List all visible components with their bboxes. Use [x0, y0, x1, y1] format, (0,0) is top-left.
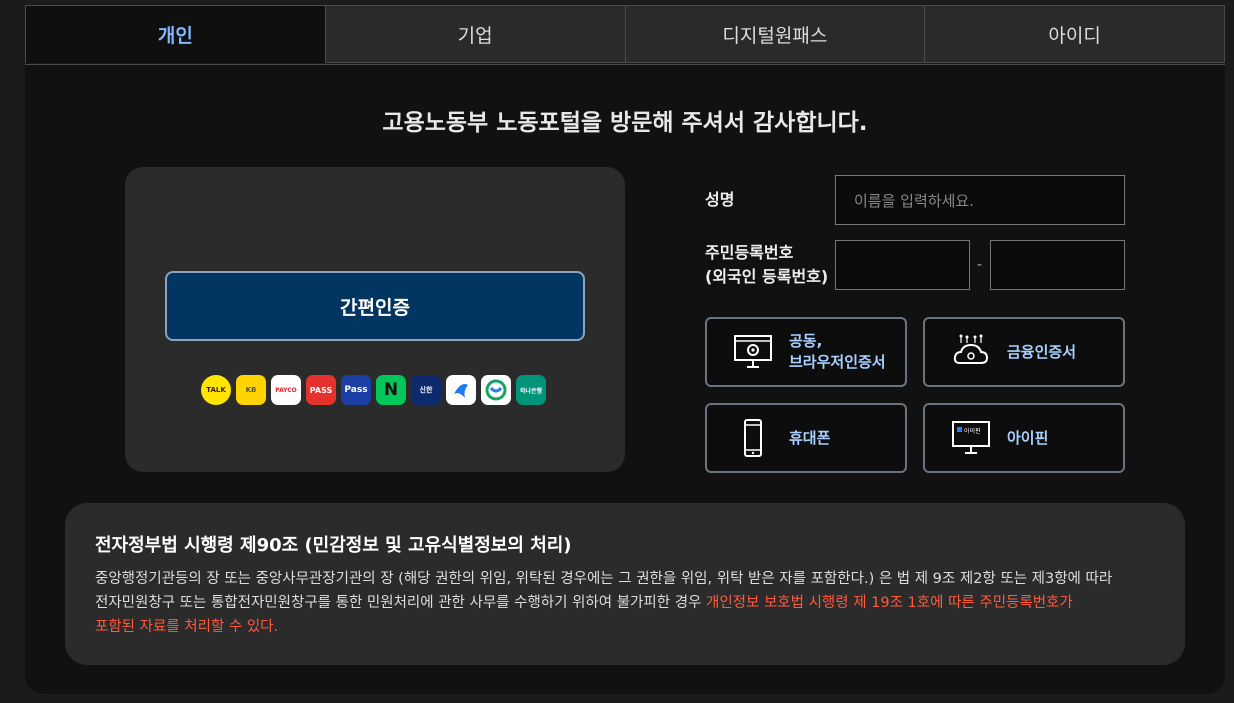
- woori-icon[interactable]: [481, 375, 511, 405]
- naver-icon[interactable]: N: [376, 375, 406, 405]
- privacy-notice: 전자정부법 시행령 제90조 (민감정보 및 고유식별정보의 처리) 중앙행정기…: [65, 503, 1185, 665]
- payco-icon[interactable]: PAYCO: [271, 375, 301, 405]
- financial-certificate-button[interactable]: 금융인증서: [923, 317, 1125, 387]
- tab-digital-onepass[interactable]: 디지털원패스: [624, 5, 925, 63]
- rrn-separator: -: [977, 257, 983, 273]
- toss-icon[interactable]: [446, 375, 476, 405]
- tab-business[interactable]: 기업: [324, 5, 625, 63]
- easy-auth-box: 간편인증 TALK KB PAYCO PASS Pass N 신한 하나은행: [125, 167, 625, 472]
- kb-icon[interactable]: KB: [236, 375, 266, 405]
- tab-personal[interactable]: 개인: [25, 5, 325, 63]
- joint-cert-line2: 브라우저인증서: [789, 353, 886, 371]
- pass-icon[interactable]: PASS: [306, 375, 336, 405]
- notice-highlight-1: 개인정보 보호법 시행령 제 19조 1호에 따른 주민등록번호가: [705, 595, 1073, 611]
- kakaotalk-icon[interactable]: TALK: [201, 375, 231, 405]
- shinhan-icon[interactable]: 신한: [411, 375, 441, 405]
- ipin-icon-text: 아이핀: [964, 428, 981, 435]
- hana-icon[interactable]: 하나은행: [516, 375, 546, 405]
- rrn-label-line2: (외국인 등록번호): [705, 267, 829, 286]
- login-panel: 고용노동부 노동포털을 방문해 주셔서 감사합니다. 간편인증 TALK KB …: [25, 64, 1225, 694]
- notice-line-2: 전자민원창구 또는 통합전자민원창구를 통한 민원처리에 관한 사무를 수행하기…: [95, 591, 1165, 615]
- rrn-label-line1: 주민등록번호: [705, 243, 794, 262]
- notice-line-2-text: 전자민원창구 또는 통합전자민원창구를 통한 민원처리에 관한 사무를 수행하기…: [95, 595, 706, 611]
- phone-icon: [723, 418, 783, 458]
- easy-auth-button[interactable]: 간편인증: [165, 271, 585, 341]
- notice-body: 중앙행정기관등의 장 또는 중앙사무관장기관의 장 (해당 권한의 위임, 위탁…: [95, 567, 1165, 639]
- joint-certificate-button[interactable]: 공동, 브라우저인증서: [705, 317, 907, 387]
- easy-auth-providers: TALK KB PAYCO PASS Pass N 신한 하나은행: [201, 375, 551, 405]
- financial-certificate-label: 금융인증서: [1007, 342, 1077, 361]
- name-input[interactable]: 이름을 입력하세요.: [835, 175, 1125, 225]
- rrn-front-input[interactable]: [835, 240, 970, 290]
- rrn-back-input[interactable]: [990, 240, 1125, 290]
- cloud-cert-icon: [941, 333, 1001, 371]
- tab-id[interactable]: 아이디: [924, 5, 1225, 63]
- welcome-headline: 고용노동부 노동포털을 방문해 주셔서 감사합니다.: [382, 110, 868, 136]
- notice-line-1: 중앙행정기관등의 장 또는 중앙사무관장기관의 장 (해당 권한의 위임, 위탁…: [95, 571, 1113, 587]
- login-tabs: 개인 기업 디지털원패스 아이디: [25, 5, 1225, 65]
- ipin-monitor-icon: 아이핀: [941, 419, 1001, 457]
- ipin-label: 아이핀: [1007, 428, 1049, 447]
- ipin-button[interactable]: 아이핀 아이핀: [923, 403, 1125, 473]
- notice-title: 전자정부법 시행령 제90조 (민감정보 및 고유식별정보의 처리): [95, 535, 572, 556]
- notice-highlight-2: 포함된 자료를 처리할 수 있다.: [95, 619, 279, 635]
- joint-certificate-label: 공동, 브라우저인증서: [789, 331, 886, 373]
- name-label: 성명: [705, 190, 735, 209]
- mobile-phone-label: 휴대폰: [789, 428, 831, 447]
- joint-cert-line1: 공동,: [789, 332, 823, 350]
- monitor-gear-icon: [723, 333, 783, 371]
- mobile-phone-button[interactable]: 휴대폰: [705, 403, 907, 473]
- samsung-pass-icon[interactable]: Pass: [341, 375, 371, 405]
- rrn-label: 주민등록번호 (외국인 등록번호): [705, 241, 828, 289]
